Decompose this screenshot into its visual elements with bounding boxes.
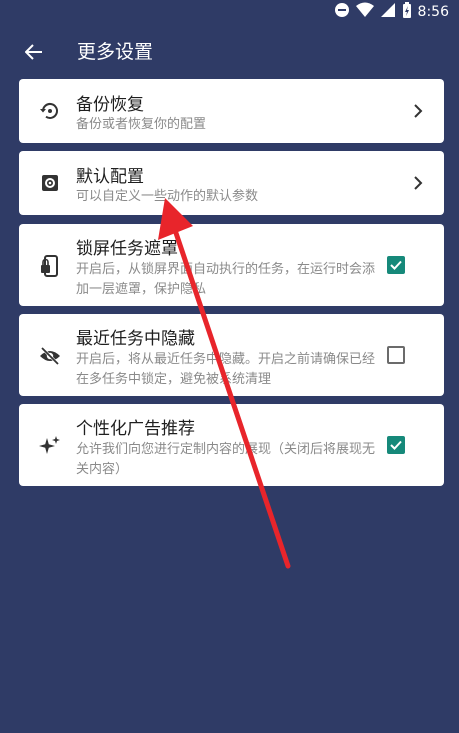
wifi-icon — [355, 2, 374, 22]
back-arrow-icon — [25, 44, 42, 60]
status-bar: 8:56 — [0, 0, 459, 24]
battery-icon — [402, 2, 412, 22]
chevron-right-icon — [410, 175, 426, 191]
setting-description: 开启后，将从最近任务中隐藏。开启之前请确保已经在多任务中锁定，避免被系统清理 — [76, 352, 376, 387]
setting-default-config[interactable]: 默认配置 可以自定义一些动作的默认参数 — [19, 151, 444, 215]
setting-personalized-ads[interactable]: 个性化广告推荐 允许我们向您进行定制内容的展现（关闭后将展现无关内容） — [19, 404, 444, 486]
gear-icon — [38, 171, 62, 195]
status-icons: 8:56 — [334, 2, 449, 22]
setting-title: 备份恢复 — [76, 95, 144, 115]
signal-icon — [380, 2, 396, 22]
check-icon — [390, 260, 402, 270]
lockscreen-mask-checkbox[interactable] — [387, 256, 405, 274]
personalized-ads-checkbox[interactable] — [387, 436, 405, 454]
eye-off-icon — [38, 344, 62, 368]
setting-title: 锁屏任务遮罩 — [76, 239, 178, 259]
setting-backup-restore[interactable]: 备份恢复 备份或者恢复你的配置 — [19, 79, 444, 143]
setting-lockscreen-mask[interactable]: 锁屏任务遮罩 开启后，从锁屏界面自动执行的任务，在运行时会添加一层遮罩，保护隐私 — [19, 224, 444, 306]
check-icon — [390, 440, 402, 450]
app-bar: 更多设置 — [0, 24, 459, 80]
setting-description: 开启后，从锁屏界面自动执行的任务，在运行时会添加一层遮罩，保护隐私 — [76, 262, 376, 297]
status-time: 8:56 — [417, 4, 449, 20]
setting-description: 备份或者恢复你的配置 — [76, 117, 207, 132]
phone-lock-icon — [38, 254, 62, 278]
chevron-right-icon — [410, 103, 426, 119]
setting-hide-from-recents[interactable]: 最近任务中隐藏 开启后，将从最近任务中隐藏。开启之前请确保已经在多任务中锁定，避… — [19, 314, 444, 396]
setting-description: 允许我们向您进行定制内容的展现（关闭后将展现无关内容） — [76, 442, 376, 477]
do-not-disturb-icon — [334, 2, 350, 22]
restore-icon — [38, 99, 62, 123]
setting-title: 个性化广告推荐 — [76, 419, 195, 439]
sparkle-icon — [38, 434, 62, 458]
hide-recents-checkbox[interactable] — [387, 346, 405, 364]
page-title: 更多设置 — [77, 41, 154, 63]
setting-description: 可以自定义一些动作的默认参数 — [76, 189, 259, 204]
setting-title: 最近任务中隐藏 — [76, 329, 195, 349]
setting-title: 默认配置 — [76, 167, 144, 187]
back-button[interactable] — [20, 38, 48, 66]
